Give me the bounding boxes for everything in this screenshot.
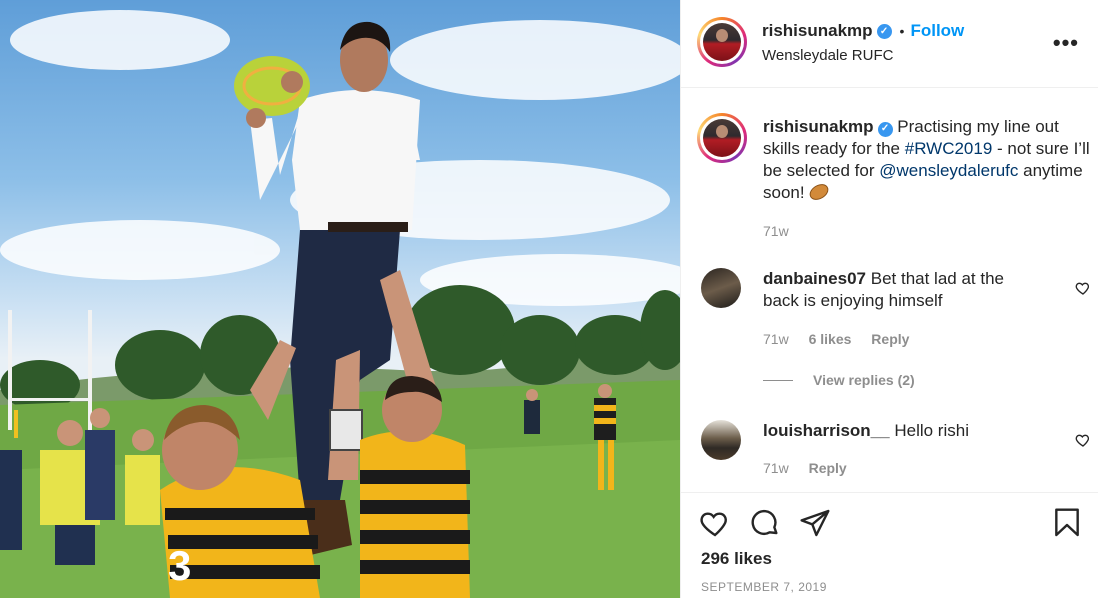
- verified-badge-icon: ✓: [877, 121, 893, 137]
- post-side-panel: rishisunakmp ✓ • Follow Wensleydale RUFC…: [680, 0, 1098, 598]
- commenter-username[interactable]: louisharrison__: [763, 421, 890, 440]
- caption-timestamp[interactable]: 71w: [763, 223, 789, 239]
- view-replies-label: View replies (2): [813, 372, 915, 388]
- caption-username[interactable]: rishisunakmp: [763, 117, 874, 136]
- post-actions: 296 likes SEPTEMBER 7, 2019: [681, 492, 1098, 598]
- commenter-username[interactable]: danbaines07: [763, 269, 866, 288]
- heart-icon[interactable]: [699, 507, 731, 539]
- like-comment-heart-icon[interactable]: [1075, 280, 1091, 296]
- post-location[interactable]: Wensleydale RUFC: [762, 47, 893, 64]
- commenter-avatar[interactable]: [701, 268, 741, 308]
- author-avatar-image: [703, 23, 741, 61]
- comment-body: louisharrison__ Hello rishi: [763, 420, 1043, 442]
- author-username[interactable]: rishisunakmp: [762, 21, 873, 41]
- view-replies-button[interactable]: View replies (2): [763, 372, 915, 388]
- caption-text: rishisunakmp ✓ Practising my line out ski…: [763, 116, 1093, 204]
- svg-text:3: 3: [168, 542, 191, 589]
- comment-meta: 71w 6 likes Reply: [763, 331, 925, 347]
- comment-body: danbaines07 Bet that lad at the back is …: [763, 268, 1043, 312]
- post-photo[interactable]: 3: [0, 0, 680, 598]
- commenter-avatar[interactable]: [701, 420, 741, 460]
- comment-reply-button[interactable]: Reply: [871, 331, 909, 347]
- comment-time[interactable]: 71w: [763, 460, 789, 476]
- author-avatar[interactable]: [697, 17, 747, 67]
- post-header: rishisunakmp ✓ • Follow Wensleydale RUFC…: [681, 0, 1098, 88]
- photo-illustration: 3: [0, 10, 680, 598]
- comment-icon[interactable]: [749, 507, 781, 539]
- share-icon[interactable]: [799, 507, 831, 539]
- caption-mention[interactable]: @wensleydalerufc: [879, 161, 1018, 180]
- caption-author-avatar-image: [703, 119, 741, 157]
- post-date[interactable]: SEPTEMBER 7, 2019: [701, 580, 827, 594]
- separator-dot: •: [899, 23, 905, 39]
- more-options-icon[interactable]: •••: [1053, 30, 1079, 56]
- like-count[interactable]: 296 likes: [701, 549, 772, 569]
- comment-text: Hello rishi: [894, 421, 969, 440]
- comment-meta: 71w Reply: [763, 460, 863, 476]
- verified-badge-icon: ✓: [876, 23, 892, 39]
- follow-button[interactable]: Follow: [910, 21, 964, 41]
- bookmark-icon[interactable]: [1051, 507, 1083, 539]
- rugby-ball-emoji-icon: [807, 180, 832, 204]
- comment-reply-button[interactable]: Reply: [809, 460, 847, 476]
- caption-author-avatar[interactable]: [697, 113, 747, 163]
- replies-divider: [763, 379, 793, 381]
- like-comment-heart-icon[interactable]: [1075, 432, 1091, 448]
- comment-likes[interactable]: 6 likes: [809, 331, 852, 347]
- caption-hashtag[interactable]: #RWC2019: [905, 139, 993, 158]
- comment-time[interactable]: 71w: [763, 331, 789, 347]
